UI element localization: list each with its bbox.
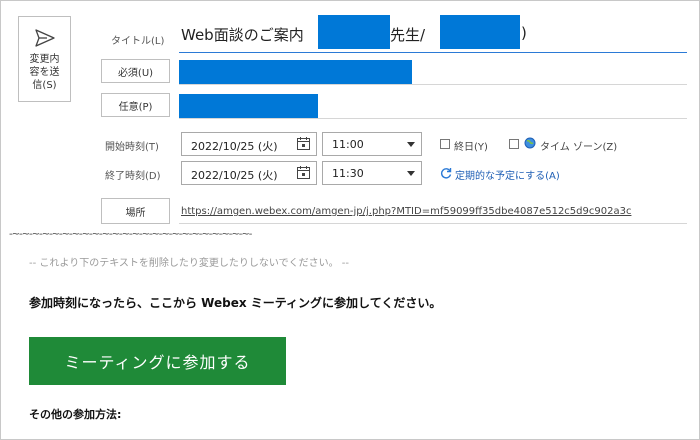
redacted-name-block <box>318 15 390 49</box>
chevron-down-icon <box>407 171 415 176</box>
other-join-methods-heading: その他の参加方法: <box>29 408 122 421</box>
start-date-value: 2022/10/25 (火) <box>191 140 278 153</box>
location-url[interactable]: https://amgen.webex.com/amgen-jp/j.php?M… <box>181 206 631 217</box>
send-update-button[interactable]: 変更内 容を送 信(S) <box>18 16 71 102</box>
end-date-value: 2022/10/25 (火) <box>191 169 278 182</box>
make-recurring-link[interactable]: 定期的な予定にする(A) <box>455 167 560 182</box>
end-time-value: 11:30 <box>332 167 364 180</box>
subject-text-suffix: ) <box>521 24 527 42</box>
required-attendees-input[interactable] <box>179 84 687 85</box>
join-meeting-button[interactable]: ミーティングに参加する <box>29 337 286 385</box>
location-input[interactable] <box>179 223 687 224</box>
recurrence-icon <box>440 168 452 179</box>
subject-text-prefix: Web面談のご案内 <box>181 26 304 44</box>
calendar-icon <box>297 166 310 179</box>
join-instruction-text: 参加時刻になったら、ここから Webex ミーティングに参加してください。 <box>29 296 442 310</box>
start-time-select[interactable]: 11:00 <box>322 132 422 156</box>
optional-attendees-input[interactable] <box>179 118 687 119</box>
subject-input[interactable]: Web面談のご案内 先生/ ) <box>179 15 687 53</box>
redacted-attendee-block <box>179 94 318 118</box>
end-time-select[interactable]: 11:30 <box>322 161 422 185</box>
meeting-compose-window: 変更内 容を送 信(S) タイトル(L) Web面談のご案内 先生/ ) 必須(… <box>0 0 700 440</box>
redacted-attendee-block <box>179 60 412 84</box>
send-icon <box>34 29 55 47</box>
timezone-label: タイム ゾーン(Z) <box>540 142 618 153</box>
chevron-down-icon <box>407 142 415 147</box>
allday-label: 終日(Y) <box>454 142 488 153</box>
globe-icon <box>524 137 536 149</box>
join-meeting-label: ミーティングに参加する <box>64 353 251 372</box>
redacted-name-block <box>440 15 520 49</box>
start-date-picker[interactable]: 2022/10/25 (火) <box>181 132 317 156</box>
end-date-picker[interactable]: 2022/10/25 (火) <box>181 161 317 185</box>
calendar-icon <box>297 137 310 150</box>
start-time-label: 開始時刻(T) <box>105 142 159 153</box>
end-time-label: 終了時刻(D) <box>105 171 161 182</box>
optional-attendees-button[interactable]: 任意(P) <box>101 93 170 117</box>
title-label: タイトル(L) <box>111 36 165 47</box>
do-not-edit-notice: -- これより下のテキストを削除したり変更したりしないでください。 -- <box>29 258 349 269</box>
send-update-label: 変更内 容を送 信(S) <box>29 54 60 91</box>
separator-line: -~-~-~-~-~-~-~-~-~-~-~-~-~-~-~-~-~-~-~-~… <box>9 229 252 240</box>
start-time-value: 11:00 <box>332 138 364 151</box>
subject-text-middle: 先生/ <box>390 26 426 44</box>
timezone-checkbox[interactable] <box>509 139 519 149</box>
required-attendees-button[interactable]: 必須(U) <box>101 59 170 83</box>
allday-checkbox[interactable] <box>440 139 450 149</box>
location-button[interactable]: 場所 <box>101 198 170 224</box>
